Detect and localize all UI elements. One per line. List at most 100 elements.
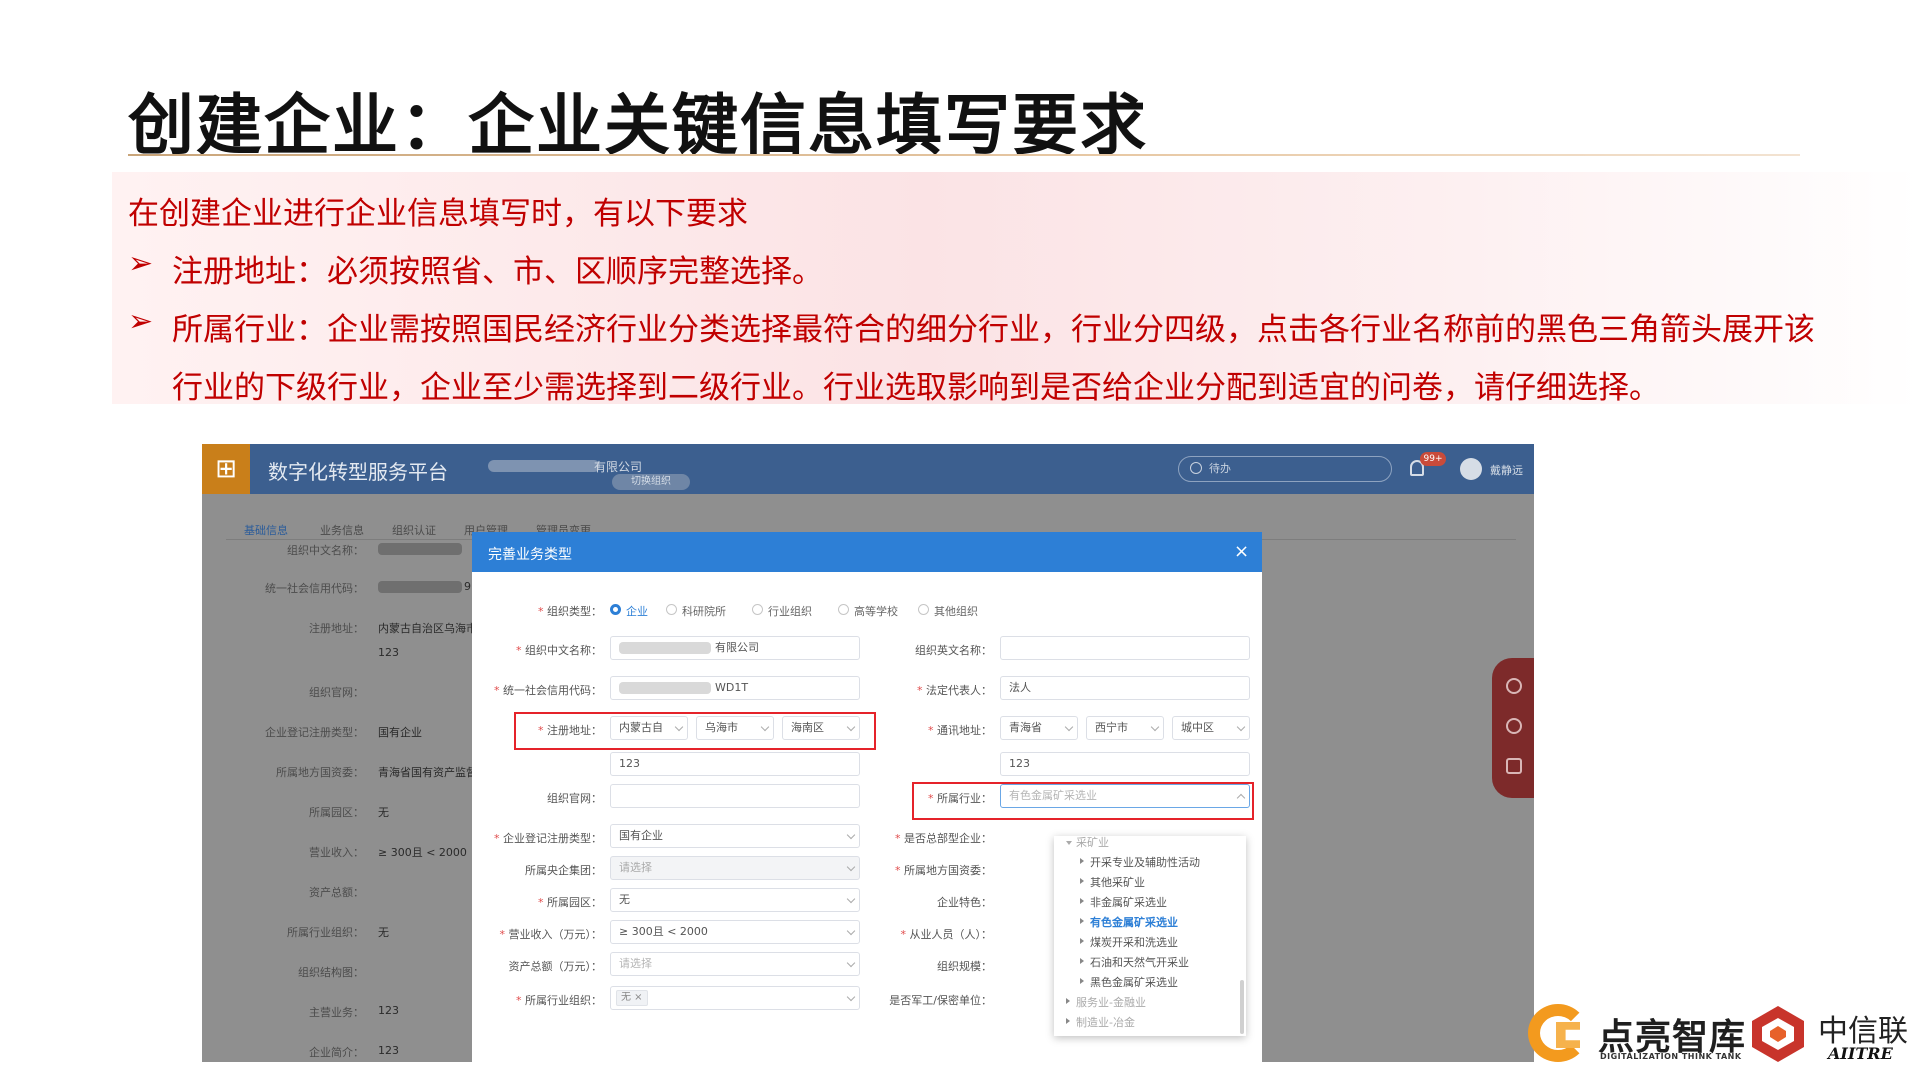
dd-child-selected[interactable]: 有色金属矿采选业 [1090,914,1178,930]
requirements-intro: 在创建企业进行企业信息填写时，有以下要求 [128,196,748,232]
notification-badge: 99+ [1420,452,1446,466]
scale-label: 组织规模： [937,960,992,973]
bg-label: 组织中文名称： [287,544,364,557]
bg-value: 内蒙古自治区乌海市 [378,622,477,635]
industry-org-tag[interactable]: 无 × [616,990,648,1006]
feature-label: 企业特色： [937,896,992,909]
radio-university[interactable] [838,604,849,615]
dd-child[interactable]: 石油和天然气开采业 [1090,954,1189,970]
tab-business-info[interactable]: 业务信息 [320,522,364,538]
org-type-label: * 组织类型： [538,605,602,618]
modal-header [472,532,1262,572]
reg-type-label: * 企业登记注册类型： [494,832,602,845]
revenue-select[interactable]: ≥ 300且 < 2000 [610,920,860,944]
caret-right-icon[interactable] [1080,918,1084,924]
cn-name-input[interactable]: 有限公司 [610,636,860,660]
bg-value: 国有企业 [378,726,422,739]
tab-basic-info[interactable]: 基础信息 [244,522,288,538]
caret-right-icon[interactable] [1066,998,1070,1004]
dd-sibling[interactable]: 服务业-金融业 [1076,994,1146,1010]
org-name-redacted [488,460,600,472]
bullet-arrow-icon: ➢ [128,304,154,339]
app-screenshot: ⊞ 数字化转型服务平台 有限公司 切换组织 待办 99+ 戴静远 基础信息 业务… [202,444,1534,1062]
refresh-icon[interactable] [1506,718,1522,734]
caret-right-icon[interactable] [1080,958,1084,964]
bg-label: 营业收入： [309,846,364,859]
tab-org-cert[interactable]: 组织认证 [392,522,436,538]
park-label: * 所属园区： [538,896,602,909]
caret-right-icon[interactable] [1080,878,1084,884]
modal-title: 完善业务类型 [488,547,572,563]
zhongxinlian-logo-subtitle: AIITRE [1828,1044,1893,1063]
legal-rep-input[interactable]: 法人 [1000,676,1250,700]
caret-right-icon[interactable] [1080,858,1084,864]
bg-value: 无 [378,926,389,939]
bg-label: 统一社会信用代码： [265,582,364,595]
legal-rep-label: * 法定代表人： [917,684,992,697]
bg-label: 资产总额： [309,886,364,899]
radio-enterprise[interactable] [610,604,621,615]
dropdown-scrollbar[interactable] [1240,980,1244,1034]
dd-child[interactable]: 开采专业及辅助性活动 [1090,854,1200,870]
radio-industry-org[interactable] [752,604,763,615]
bg-value: 9 [464,580,471,593]
bg-label: 企业简介： [309,1046,364,1059]
caret-right-icon[interactable] [1080,978,1084,984]
caret-right-icon[interactable] [1080,938,1084,944]
reg-type-select[interactable]: 国有企业 [610,824,860,848]
dd-child[interactable]: 非金属矿采选业 [1090,894,1167,910]
app-title: 数字化转型服务平台 [268,460,448,484]
en-name-input[interactable] [1000,636,1250,660]
requirement-industry-line2: 行业的下级行业，企业至少需选择到二级行业。行业选取影响到是否给企业分配到适宜的问… [172,370,1660,406]
search-input[interactable]: 待办 [1178,456,1392,482]
central-group-select[interactable]: 请选择 [610,856,860,880]
radio-other[interactable] [918,604,929,615]
switch-org-button[interactable]: 切换组织 [612,474,690,490]
cn-name-label: * 组织中文名称： [516,644,602,657]
requirement-industry-line1: 所属行业：企业需按照国民经济行业分类选择最符合的细分行业，行业分四级，点击各行业… [172,312,1815,348]
dd-sibling[interactable]: 制造业-冶金 [1076,1014,1135,1030]
hq-label: * 是否总部型企业： [895,832,992,845]
radio-label: 企业 [626,605,648,618]
local-sasac-label: * 所属地方国资委： [895,864,992,877]
user-avatar-icon[interactable] [1460,458,1482,480]
bg-value: 123 [378,1044,399,1057]
grid-menu-icon[interactable]: ⊞ [202,444,250,494]
chat-icon[interactable] [1506,678,1522,694]
dd-parent[interactable]: 采矿业 [1076,834,1109,850]
close-icon[interactable]: × [1234,541,1249,562]
credit-code-label: * 统一社会信用代码： [494,684,602,697]
video-icon[interactable] [1506,758,1522,774]
bg-value: 青海省国有资产监督 [378,766,477,779]
reg-address-detail-input[interactable]: 123 [610,752,860,776]
radio-research[interactable] [666,604,677,615]
title-divider [128,154,1800,156]
park-select[interactable]: 无 [610,888,860,912]
credit-code-input[interactable]: WD1T [610,676,860,700]
bg-label: 所属园区： [309,806,364,819]
bullet-arrow-icon: ➢ [128,246,154,281]
user-name[interactable]: 戴静远 [1490,462,1523,478]
mail-address-detail-input[interactable]: 123 [1000,752,1250,776]
website-input[interactable] [610,784,860,808]
highlight-reg-address [514,712,876,750]
industry-org-label: * 所属行业组织： [516,994,602,1007]
radio-label: 科研院所 [682,605,726,618]
bg-label: 所属地方国资委： [276,766,364,779]
dd-child[interactable]: 黑色金属矿采选业 [1090,974,1178,990]
dd-child[interactable]: 煤炭开采和洗选业 [1090,934,1178,950]
caret-open-icon[interactable] [1066,841,1072,845]
org-name-suffix: 有限公司 [594,460,643,474]
bg-value: 无 [378,806,389,819]
revenue-label: * 营业收入（万元）： [499,928,603,941]
bg-value: ≥ 300且 < 2000 [378,846,467,859]
staff-label: * 从业人员（人）： [900,928,993,941]
caret-right-icon[interactable] [1080,898,1084,904]
central-group-label: 所属央企集团： [525,864,602,877]
bg-label: 所属行业组织： [287,926,364,939]
assets-select[interactable]: 请选择 [610,952,860,976]
assets-label: 资产总额（万元）： [508,960,603,973]
caret-right-icon[interactable] [1066,1018,1070,1024]
radio-label: 高等学校 [854,605,898,618]
dd-child[interactable]: 其他采矿业 [1090,874,1145,890]
